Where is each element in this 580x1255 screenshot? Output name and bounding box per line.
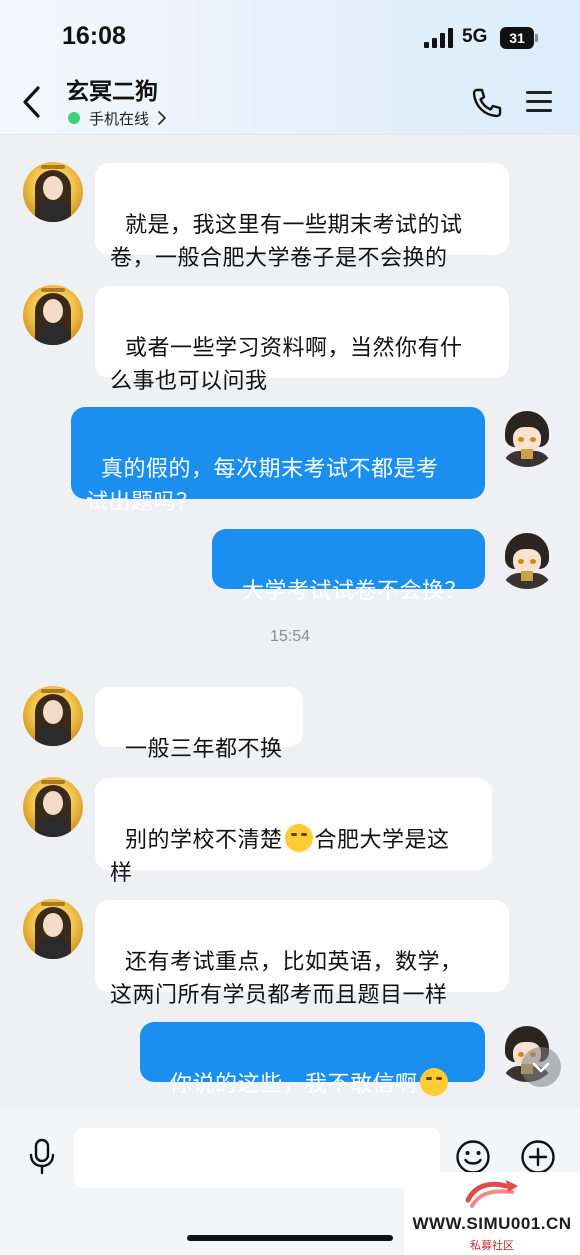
message-bubble-incoming[interactable]: 一般三年都不换 <box>95 687 303 762</box>
contact-avatar[interactable] <box>23 162 83 222</box>
laughing-crying-emoji <box>284 824 313 852</box>
scroll-to-bottom-button[interactable] <box>521 1047 561 1087</box>
microphone-icon[interactable] <box>27 1138 57 1176</box>
message-text: 你说的这些，我不敢信啊 <box>170 1072 418 1097</box>
battery-icon: 31 <box>500 27 539 49</box>
cell-signal-icon <box>424 28 454 48</box>
message-bubble-incoming[interactable]: 或者一些学习资料啊，当然你有什 么事也可以问我 <box>95 286 509 394</box>
battery-level: 31 <box>509 30 525 46</box>
back-arrow-icon[interactable] <box>18 84 48 120</box>
contact-avatar[interactable] <box>23 686 83 746</box>
message-input[interactable] <box>74 1128 440 1188</box>
skeptical-emoji <box>419 1068 448 1096</box>
message-text: 真的假的，每次期末考试不都是考 试出题吗？ <box>86 457 439 515</box>
home-indicator[interactable] <box>187 1235 393 1241</box>
plus-icon[interactable] <box>520 1139 556 1175</box>
network-type: 5G <box>462 26 488 47</box>
chat-header: 16:08 5G 31 玄冥二狗 手机在线 <box>0 0 580 135</box>
status-time: 16:08 <box>62 22 126 50</box>
message-text: 还有考试重点，比如英语，数学， 这两门所有学员都考而且题目一样 <box>110 950 463 1008</box>
contact-avatar[interactable] <box>23 777 83 837</box>
message-timestamp: 15:54 <box>269 628 311 645</box>
watermark-url: WWW.SIMU001.CN <box>412 1214 572 1233</box>
watermark-label: 私募社区 <box>470 1239 514 1252</box>
contact-avatar[interactable] <box>23 899 83 959</box>
chevron-down-icon <box>532 1062 550 1073</box>
message-text: 或者一些学习资料啊，当然你有什 么事也可以问我 <box>110 336 463 394</box>
message-bubble-outgoing[interactable]: 你说的这些，我不敢信啊 <box>140 1022 485 1097</box>
message-bubble-incoming[interactable]: 还有考试重点，比如英语，数学， 这两门所有学员都考而且题目一样 <box>95 900 509 1008</box>
watermark: WWW.SIMU001.CN 私募社区 <box>404 1172 580 1255</box>
message-text: 别的学校不清楚 <box>125 828 283 853</box>
contact-avatar[interactable] <box>23 285 83 345</box>
message-bubble-incoming[interactable]: 就是，我这里有一些期末考试的试 卷，一般合肥大学卷子是不会换的 <box>95 163 509 271</box>
contact-name[interactable]: 玄冥二狗 <box>66 72 158 106</box>
message-bubble-outgoing[interactable]: 大学考试试卷不会换？ <box>212 529 485 604</box>
chevron-right-icon[interactable] <box>156 109 168 127</box>
message-bubble-incoming[interactable]: 别的学校不清楚 合肥大学是这 样 <box>95 778 492 886</box>
watermark-logo-icon <box>465 1180 518 1208</box>
message-text: 一般三年都不换 <box>125 737 283 762</box>
user-avatar[interactable] <box>497 407 557 467</box>
online-status-dot <box>68 112 80 124</box>
menu-icon[interactable] <box>526 90 552 114</box>
phone-icon[interactable] <box>470 86 504 120</box>
user-avatar[interactable] <box>497 529 557 589</box>
smiley-icon[interactable] <box>455 1139 491 1175</box>
message-text: 大学考试试卷不会换？ <box>242 579 468 604</box>
message-text: 就是，我这里有一些期末考试的试 卷，一般合肥大学卷子是不会换的 <box>110 213 463 271</box>
message-bubble-outgoing[interactable]: 真的假的，每次期末考试不都是考 试出题吗？ <box>71 407 485 515</box>
online-status-text[interactable]: 手机在线 <box>89 108 149 129</box>
